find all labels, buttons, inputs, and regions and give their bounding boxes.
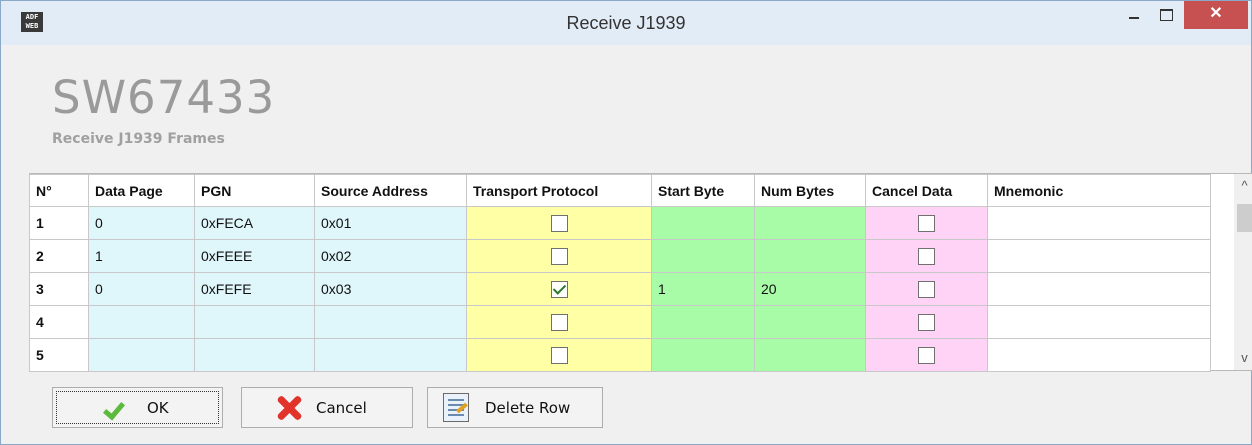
pgn-cell[interactable] — [194, 305, 315, 339]
receive-j1939-window: ADF WEB Receive J1939 ✕ SW67433 Receive J… — [0, 0, 1252, 445]
close-button[interactable]: ✕ — [1184, 1, 1248, 29]
delete-row-button-label: Delete Row — [485, 399, 571, 417]
transport-protocol-cell — [466, 338, 652, 372]
source-address-cell[interactable]: 0x03 — [314, 272, 467, 306]
frames-grid: N° Data Page PGN Source Address Transpor… — [29, 173, 1252, 372]
num-bytes-cell[interactable] — [754, 206, 866, 240]
table-row[interactable]: 2 1 0xFEEE 0x02 — [29, 239, 1211, 273]
button-bar: OK Cancel Delete Row — [1, 372, 1251, 444]
column-header-cancel-data[interactable]: Cancel Data — [865, 174, 988, 207]
data-page-cell[interactable] — [88, 338, 195, 372]
pgn-cell[interactable]: 0xFEEE — [194, 239, 315, 273]
num-bytes-cell[interactable] — [754, 239, 866, 273]
cancel-button[interactable]: Cancel — [241, 387, 413, 428]
transport-protocol-cell — [466, 272, 652, 306]
pgn-cell[interactable]: 0xFECA — [194, 206, 315, 240]
ok-button-label: OK — [147, 399, 169, 417]
mnemonic-cell[interactable] — [987, 206, 1211, 240]
num-bytes-cell[interactable] — [754, 338, 866, 372]
close-icon: ✕ — [1209, 5, 1223, 22]
start-byte-cell[interactable] — [651, 305, 755, 339]
cancel-data-checkbox[interactable] — [918, 247, 935, 265]
table-row[interactable]: 5 — [29, 338, 1211, 372]
window-title: Receive J1939 — [566, 13, 686, 33]
source-address-cell[interactable]: 0x01 — [314, 206, 467, 240]
receive-frames-table: N° Data Page PGN Source Address Transpor… — [29, 174, 1211, 372]
mnemonic-cell[interactable] — [987, 239, 1211, 273]
delete-row-button[interactable]: Delete Row — [427, 387, 603, 428]
cancel-data-checkbox[interactable] — [918, 280, 935, 298]
column-header-mnemonic[interactable]: Mnemonic — [987, 174, 1211, 207]
row-number-cell: 1 — [29, 206, 89, 240]
scroll-down-arrow-icon[interactable]: v — [1234, 348, 1252, 368]
source-address-cell[interactable]: 0x02 — [314, 239, 467, 273]
table-row[interactable]: 4 — [29, 305, 1211, 339]
column-header-number[interactable]: N° — [29, 174, 89, 207]
mnemonic-cell[interactable] — [987, 305, 1211, 339]
start-byte-cell[interactable] — [651, 206, 755, 240]
cancel-data-checkbox[interactable] — [918, 346, 935, 364]
column-header-pgn[interactable]: PGN — [194, 174, 315, 207]
pgn-cell[interactable]: 0xFEFE — [194, 272, 315, 306]
transport-protocol-checkbox[interactable] — [550, 346, 568, 364]
checkmark-icon — [102, 397, 126, 421]
page-subtitle: Receive J1939 Frames — [52, 131, 225, 147]
cancel-data-cell — [865, 272, 988, 306]
cancel-data-checkbox[interactable] — [918, 313, 935, 331]
title-bar[interactable]: ADF WEB Receive J1939 ✕ — [1, 1, 1251, 45]
data-page-cell[interactable] — [88, 305, 195, 339]
data-page-cell[interactable]: 0 — [88, 206, 195, 240]
cancel-button-label: Cancel — [316, 399, 367, 417]
column-header-start-byte[interactable]: Start Byte — [651, 174, 755, 207]
data-page-cell[interactable]: 0 — [88, 272, 195, 306]
scroll-up-arrow-icon[interactable]: ^ — [1234, 176, 1252, 196]
cancel-data-cell — [865, 206, 988, 240]
row-number-cell: 4 — [29, 305, 89, 339]
source-address-cell[interactable] — [314, 305, 467, 339]
row-number-cell: 5 — [29, 338, 89, 372]
transport-protocol-checkbox[interactable] — [550, 247, 568, 265]
cancel-data-cell — [865, 305, 988, 339]
data-page-cell[interactable]: 1 — [88, 239, 195, 273]
num-bytes-cell[interactable] — [754, 305, 866, 339]
mnemonic-cell[interactable] — [987, 272, 1211, 306]
vertical-scrollbar[interactable]: ^ v — [1234, 174, 1252, 370]
row-number-cell: 3 — [29, 272, 89, 306]
cancel-data-cell — [865, 239, 988, 273]
product-code: SW67433 — [52, 71, 276, 124]
cancel-data-cell — [865, 338, 988, 372]
column-header-num-bytes[interactable]: Num Bytes — [754, 174, 866, 207]
table-row[interactable]: 1 0 0xFECA 0x01 — [29, 206, 1211, 240]
document-edit-icon — [443, 393, 469, 422]
transport-protocol-cell — [466, 206, 652, 240]
mnemonic-cell[interactable] — [987, 338, 1211, 372]
maximize-button[interactable] — [1151, 1, 1181, 29]
minimize-button[interactable] — [1119, 1, 1149, 29]
column-header-transport-protocol[interactable]: Transport Protocol — [466, 174, 652, 207]
transport-protocol-checkbox[interactable] — [550, 280, 568, 298]
ok-button[interactable]: OK — [52, 387, 223, 428]
transport-protocol-checkbox[interactable] — [550, 214, 568, 232]
start-byte-cell[interactable] — [651, 338, 755, 372]
column-header-source-address[interactable]: Source Address — [314, 174, 467, 207]
transport-protocol-cell — [466, 239, 652, 273]
num-bytes-cell[interactable]: 20 — [754, 272, 866, 306]
start-byte-cell[interactable]: 1 — [651, 272, 755, 306]
scrollbar-thumb[interactable] — [1237, 204, 1252, 232]
start-byte-cell[interactable] — [651, 239, 755, 273]
transport-protocol-cell — [466, 305, 652, 339]
cancel-data-checkbox[interactable] — [918, 214, 935, 232]
transport-protocol-checkbox[interactable] — [550, 313, 568, 331]
pgn-cell[interactable] — [194, 338, 315, 372]
table-row[interactable]: 3 0 0xFEFE 0x03 1 20 — [29, 272, 1211, 306]
row-number-cell: 2 — [29, 239, 89, 273]
source-address-cell[interactable] — [314, 338, 467, 372]
column-header-data-page[interactable]: Data Page — [88, 174, 195, 207]
table-header-row: N° Data Page PGN Source Address Transpor… — [29, 174, 1211, 207]
red-x-icon — [272, 392, 306, 424]
